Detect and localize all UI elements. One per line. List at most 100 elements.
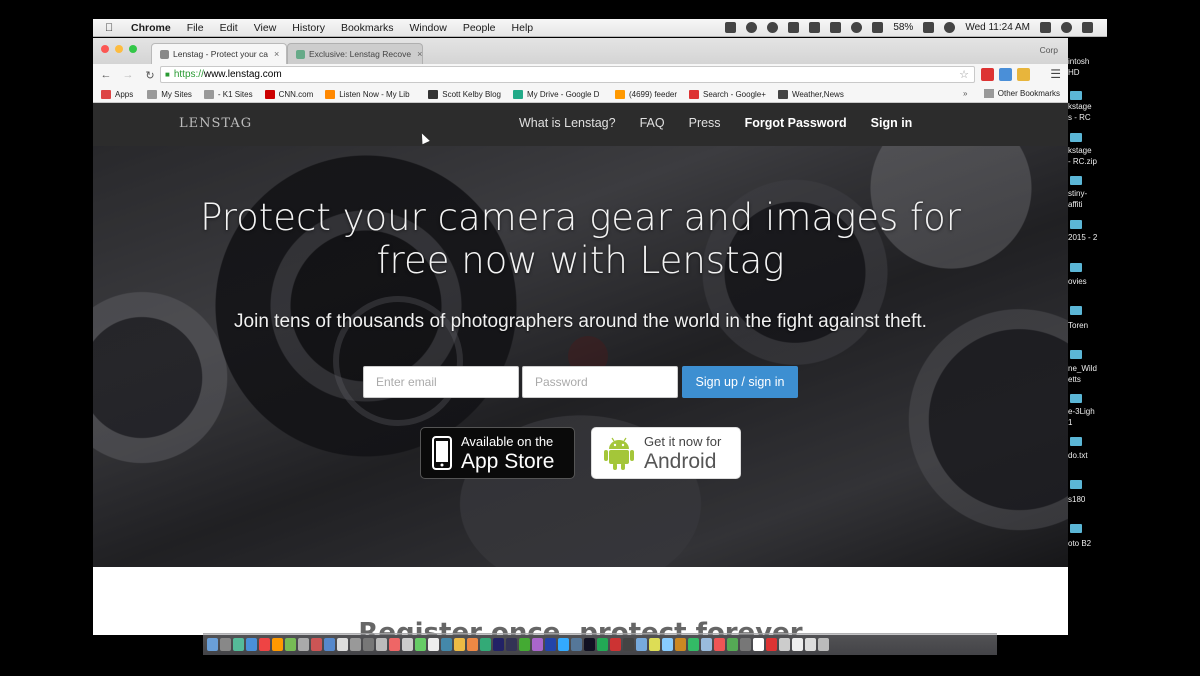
- app-icon[interactable]: [558, 638, 569, 651]
- bookmark-weather[interactable]: Weather,News: [777, 89, 844, 99]
- bookmark-my-sites[interactable]: My Sites: [147, 89, 192, 99]
- desktop-label[interactable]: etts: [1068, 375, 1081, 384]
- profile-name[interactable]: Corp: [1040, 45, 1058, 55]
- apple-menu-icon[interactable]: : [105, 22, 119, 34]
- zoom-window-icon[interactable]: [129, 45, 137, 53]
- menu-window[interactable]: Window: [409, 22, 446, 34]
- volume-icon[interactable]: [1040, 22, 1051, 33]
- app-icon[interactable]: [597, 638, 608, 651]
- spotlight-search-icon[interactable]: [1061, 22, 1072, 33]
- bookmark-cnn[interactable]: CNN.com: [264, 89, 313, 99]
- desktop-label[interactable]: Toren: [1068, 321, 1088, 330]
- app-icon[interactable]: [532, 638, 543, 651]
- desktop-label[interactable]: HD: [1068, 68, 1080, 77]
- app-icon[interactable]: [649, 638, 660, 651]
- file-icon[interactable]: [1070, 133, 1082, 142]
- app-icon[interactable]: [571, 638, 582, 651]
- app-icon[interactable]: [298, 638, 309, 651]
- app-icon[interactable]: [441, 638, 452, 651]
- app-icon[interactable]: [337, 638, 348, 651]
- app-icon[interactable]: [753, 638, 764, 651]
- bookmark-google-drive[interactable]: My Drive - Google D: [512, 89, 603, 99]
- menu-bar-clock[interactable]: Wed 11:24 AM: [965, 22, 1030, 33]
- tab-exclusive[interactable]: Exclusive: Lenstag Recove ×: [287, 43, 423, 64]
- menu-bookmarks[interactable]: Bookmarks: [341, 22, 394, 34]
- bookmark-listen-now[interactable]: Listen Now - My Lib: [325, 89, 420, 99]
- app-icon[interactable]: [415, 638, 426, 651]
- folder-icon[interactable]: [1070, 91, 1082, 100]
- bookmark-scott-kelby[interactable]: Scott Kelby Blog: [428, 89, 501, 99]
- desktop-label[interactable]: e-3Ligh: [1068, 407, 1095, 416]
- desktop-label[interactable]: ne_Wild: [1068, 364, 1097, 373]
- close-tab-icon[interactable]: ×: [274, 49, 279, 59]
- app-icon[interactable]: [545, 638, 556, 651]
- menu-help[interactable]: Help: [512, 22, 534, 34]
- app-icon[interactable]: [636, 638, 647, 651]
- tab-lenstag[interactable]: Lenstag - Protect your ca ×: [151, 43, 287, 64]
- app-icon[interactable]: [701, 638, 712, 651]
- youtube-extension-icon[interactable]: [981, 68, 994, 81]
- desktop-label[interactable]: s180: [1068, 495, 1085, 504]
- trash-icon[interactable]: [818, 638, 829, 651]
- launchpad-icon[interactable]: [220, 638, 231, 651]
- app-icon[interactable]: [779, 638, 790, 651]
- android-badge[interactable]: Get it now for Android: [591, 427, 741, 479]
- battery-icon[interactable]: [923, 22, 935, 33]
- more-bookmarks-chevron[interactable]: »: [963, 89, 967, 98]
- desktop-label[interactable]: stiny-: [1068, 189, 1087, 198]
- app-icon[interactable]: [233, 638, 244, 651]
- finder-icon[interactable]: [207, 638, 218, 651]
- document-icon[interactable]: [805, 638, 816, 651]
- desktop-label[interactable]: kstage: [1068, 102, 1092, 111]
- airplay-icon[interactable]: [830, 22, 842, 33]
- app-icon[interactable]: [740, 638, 751, 651]
- close-window-icon[interactable]: [101, 45, 109, 53]
- app-icon[interactable]: [350, 638, 361, 651]
- desktop-label[interactable]: oto B2: [1068, 539, 1091, 548]
- desktop-label[interactable]: 1: [1068, 418, 1072, 427]
- desktop-label[interactable]: intosh: [1068, 57, 1089, 66]
- folder-icon[interactable]: [1070, 176, 1082, 185]
- translate-extension-icon[interactable]: [999, 68, 1012, 81]
- document-icon[interactable]: [792, 638, 803, 651]
- app-icon[interactable]: [506, 638, 517, 651]
- bookmark-k1-sites[interactable]: - K1 Sites: [203, 89, 253, 99]
- app-icon[interactable]: [766, 638, 777, 651]
- app-icon[interactable]: [727, 638, 738, 651]
- bookmark-apps[interactable]: Apps: [101, 89, 133, 99]
- signup-signin-button[interactable]: Sign up / sign in: [682, 366, 798, 398]
- app-icon[interactable]: [714, 638, 725, 651]
- bluetooth-icon[interactable]: [872, 22, 884, 33]
- other-bookmarks[interactable]: Other Bookmarks: [983, 89, 1060, 98]
- desktop-label[interactable]: 2015 - 2: [1068, 233, 1097, 242]
- chrome-menu-icon[interactable]: ☰: [1050, 67, 1061, 81]
- menu-history[interactable]: History: [292, 22, 325, 34]
- bookmark-feeder[interactable]: (4699) feeder: [614, 89, 677, 99]
- app-icon[interactable]: [389, 638, 400, 651]
- menu-edit[interactable]: Edit: [220, 22, 238, 34]
- app-icon[interactable]: [519, 638, 530, 651]
- forward-icon[interactable]: →: [119, 69, 137, 81]
- folder-icon[interactable]: [1070, 394, 1082, 403]
- bookmark-star-icon[interactable]: ☆: [959, 68, 969, 81]
- minimize-window-icon[interactable]: [115, 45, 123, 53]
- app-icon[interactable]: [480, 638, 491, 651]
- menu-file[interactable]: File: [187, 22, 204, 34]
- password-field[interactable]: [522, 366, 678, 398]
- lenstag-logo[interactable]: LENSTAG: [179, 116, 252, 131]
- folder-icon[interactable]: [1070, 524, 1082, 533]
- app-icon[interactable]: [454, 638, 465, 651]
- app-icon[interactable]: [467, 638, 478, 651]
- app-store-badge[interactable]: Available on the App Store: [420, 427, 575, 479]
- menu-app-chrome[interactable]: Chrome: [131, 22, 171, 34]
- close-tab-icon[interactable]: ×: [417, 49, 422, 59]
- safari-icon[interactable]: [246, 638, 257, 651]
- app-icon[interactable]: [623, 638, 634, 651]
- wifi-icon[interactable]: [944, 22, 956, 33]
- email-field[interactable]: [363, 366, 519, 398]
- document-icon[interactable]: [788, 22, 800, 33]
- reload-icon[interactable]: ↻: [141, 69, 159, 82]
- time-machine-icon[interactable]: [851, 22, 863, 33]
- folder-icon[interactable]: [1070, 480, 1082, 489]
- back-icon[interactable]: ←: [97, 69, 115, 81]
